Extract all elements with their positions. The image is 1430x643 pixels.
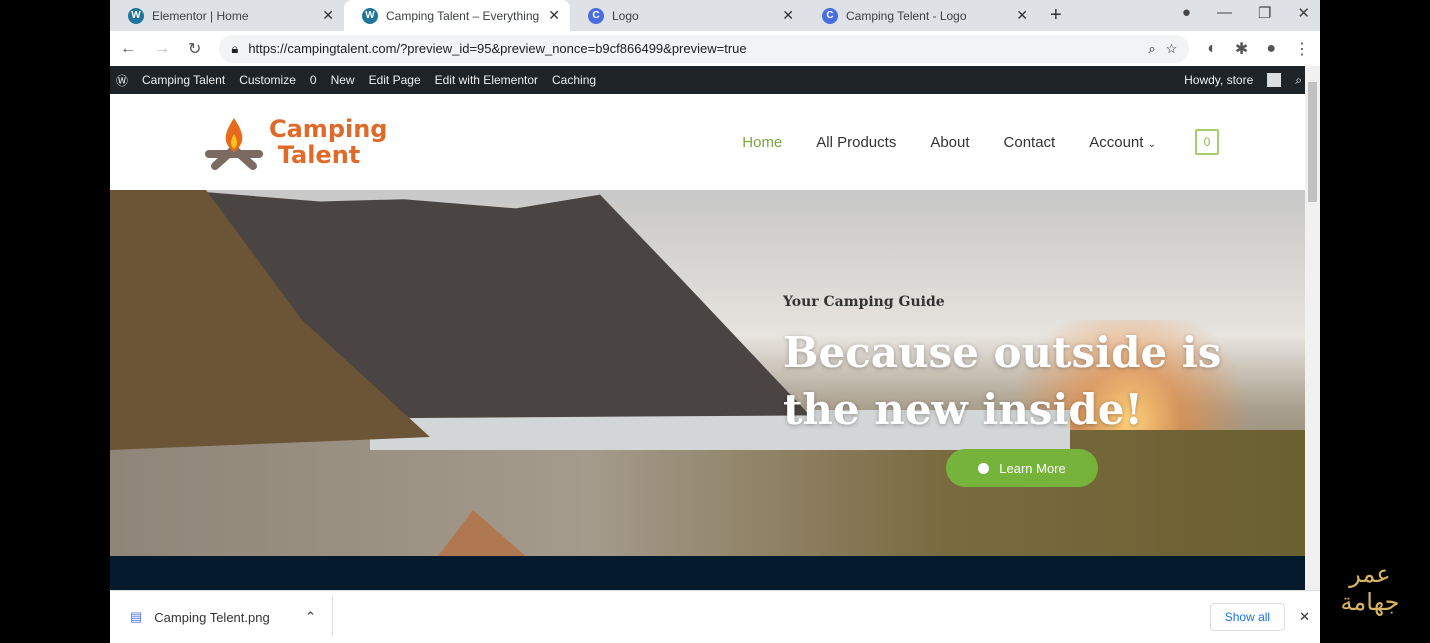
tab-logo[interactable]: C Logo ✕ (570, 0, 804, 31)
logo-text: Camping Talent (269, 115, 388, 169)
close-icon[interactable]: ✕ (548, 7, 560, 24)
tab-label: Camping Telent - Logo (846, 8, 967, 23)
search-icon[interactable]: ⌕ (1295, 73, 1302, 88)
zoom-icon[interactable]: ⌕ (1148, 41, 1155, 57)
hero-section: Your Camping Guide Because outside is th… (110, 190, 1305, 556)
address-bar[interactable]: 🔒︎ https://campingtalent.com/?preview_id=… (219, 34, 1190, 63)
wp-site-link[interactable]: Camping Talent (142, 73, 225, 87)
website: Camping Talent Home All Products About C… (110, 94, 1305, 590)
close-icon[interactable]: ✕ (1299, 609, 1310, 625)
download-filename: Camping Telent.png (154, 609, 270, 625)
main-nav: Home All Products About Contact Account … (742, 129, 1219, 155)
show-all-button[interactable]: Show all (1209, 603, 1286, 631)
tab-elementor[interactable]: W Elementor | Home ✕ (110, 0, 344, 31)
site-header: Camping Talent Home All Products About C… (110, 94, 1305, 190)
extension-icon[interactable]: ◐ (1207, 40, 1217, 58)
wp-edit-page-link[interactable]: Edit Page (369, 73, 421, 87)
nav-all-products[interactable]: All Products (816, 134, 896, 151)
cart-count: 0 (1203, 135, 1211, 149)
howdy-link[interactable]: Howdy, store (1184, 73, 1253, 87)
back-icon[interactable]: ← (120, 40, 136, 58)
wp-admin-bar: Ⓦ Camping Talent Customize 0 New Edit Pa… (110, 66, 1320, 94)
nav-home[interactable]: Home (742, 134, 782, 151)
url-text[interactable]: https://campingtalent.com/?preview_id=95… (248, 41, 1138, 56)
hero-title: Because outside is the new inside! (783, 328, 1222, 434)
toolbar: ← → ↻ 🔒︎ https://campingtalent.com/?preview… (110, 31, 1320, 66)
hero-subtitle: Your Camping Guide (783, 294, 945, 310)
dark-section (110, 556, 1305, 590)
wp-new-link[interactable]: New (331, 73, 355, 87)
cart-button[interactable]: 0 (1195, 129, 1219, 155)
nav-account[interactable]: Account ⌄ (1089, 134, 1156, 151)
user-avatar (1267, 73, 1282, 87)
close-window-button[interactable]: ✕ (1297, 4, 1310, 22)
chevron-down-icon: ⌄ (1147, 138, 1156, 150)
star-icon[interactable]: ☆ (1166, 41, 1178, 57)
file-icon: ▤ (130, 609, 143, 624)
wordpress-icon[interactable]: Ⓦ (116, 72, 128, 89)
reload-icon[interactable]: ↻ (188, 39, 201, 59)
tab-canva-logo[interactable]: C Camping Telent - Logo ✕ (804, 0, 1038, 31)
campfire-icon (205, 118, 263, 170)
nav-about[interactable]: About (930, 134, 969, 151)
tab-search-icon[interactable]: ● (1182, 4, 1191, 22)
puzzle-icon[interactable]: ✱ (1235, 39, 1248, 59)
avatar[interactable]: ● (1266, 40, 1276, 58)
button-label: Learn More (999, 460, 1066, 476)
close-icon[interactable]: ✕ (322, 7, 334, 24)
circle-icon (978, 462, 990, 474)
hero-content: Your Camping Guide Because outside is th… (783, 294, 1263, 438)
learn-more-button[interactable]: Learn More (946, 449, 1098, 487)
watermark: عمر جهامة (1340, 560, 1400, 616)
wp-comments-link[interactable]: 0 (310, 73, 317, 87)
forward-icon[interactable]: → (154, 40, 170, 58)
canva-icon: C (588, 7, 604, 24)
tab-strip: W Elementor | Home ✕ W Camping Talent – Eve… (110, 0, 1320, 31)
nav-account-label: Account (1089, 133, 1144, 151)
canva-icon: C (822, 7, 838, 24)
tab-label: Logo (612, 8, 639, 23)
close-icon[interactable]: ✕ (1016, 7, 1028, 24)
minimize-button[interactable]: — (1217, 4, 1232, 22)
scrollbar[interactable] (1305, 66, 1320, 590)
tab-label: Elementor | Home (152, 8, 249, 23)
new-tab-button[interactable]: + (1050, 4, 1062, 27)
menu-icon[interactable]: ⋮ (1294, 39, 1310, 59)
nav-contact[interactable]: Contact (1004, 134, 1056, 151)
download-item[interactable]: ▤ Camping Telent.png ⌃ (130, 597, 333, 637)
wordpress-icon: W (128, 7, 144, 24)
close-icon[interactable]: ✕ (782, 7, 794, 24)
restore-button[interactable]: ❐ (1258, 4, 1271, 22)
tab-label: Camping Talent – Everything you (386, 8, 540, 23)
chevron-up-icon[interactable]: ⌃ (305, 609, 316, 625)
wordpress-icon: W (362, 7, 378, 24)
download-bar: ▤ Camping Telent.png ⌃ Show all ✕ (110, 590, 1320, 643)
wp-caching-link[interactable]: Caching (552, 73, 596, 87)
lock-icon: 🔒︎ (231, 40, 239, 56)
wp-customize-link[interactable]: Customize (239, 73, 296, 87)
scrollbar-thumb[interactable] (1308, 82, 1317, 202)
wp-elementor-link[interactable]: Edit with Elementor (435, 73, 538, 87)
site-logo[interactable]: Camping Talent (203, 114, 388, 170)
tab-camping-talent[interactable]: W Camping Talent – Everything you ✕ (344, 0, 570, 31)
browser-window: W Elementor | Home ✕ W Camping Talent – Eve… (110, 0, 1320, 643)
